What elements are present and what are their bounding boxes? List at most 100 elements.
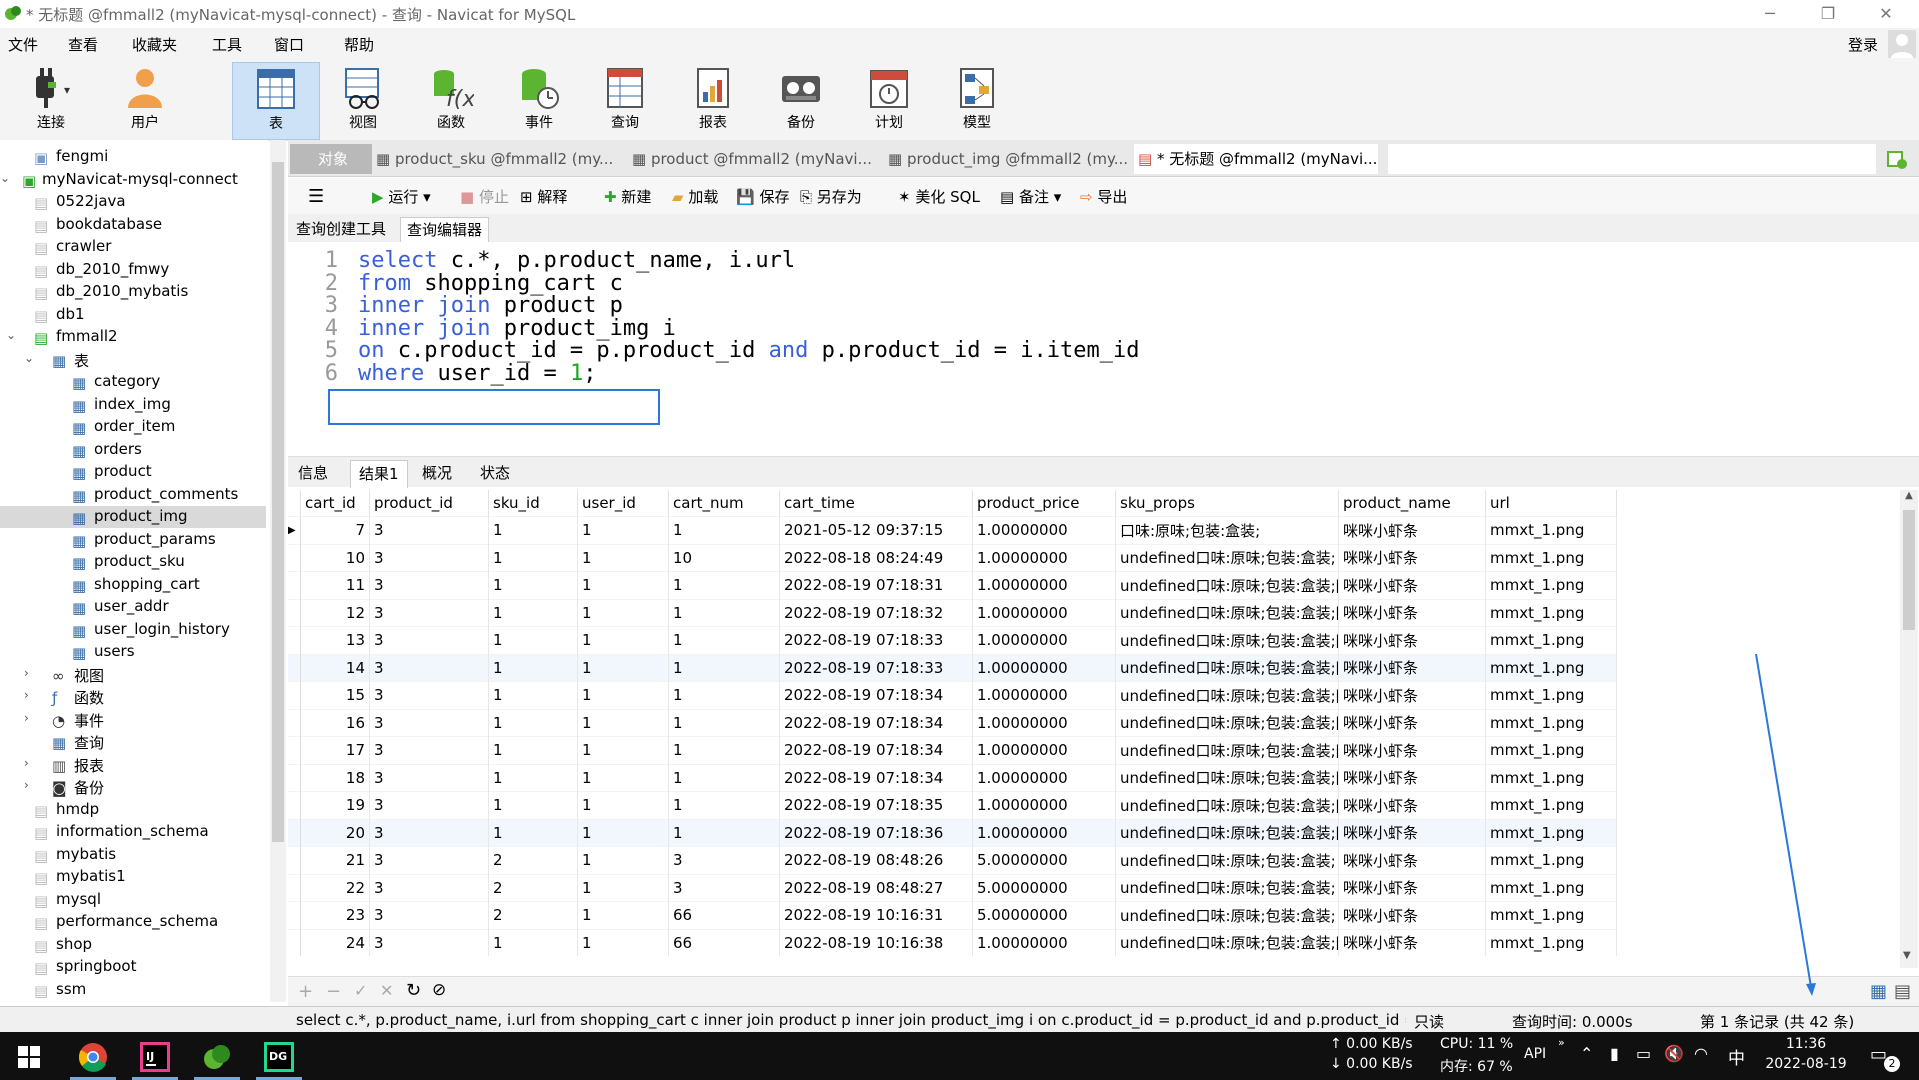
cell-cart_time[interactable]: 2022-08-19 07:18:33	[779, 653, 973, 682]
tab-info[interactable]: 信息	[290, 460, 336, 487]
tab-product-img[interactable]: ▦ product_img @fmmall2 (my...	[884, 144, 1128, 174]
delete-record-icon[interactable]: −	[326, 981, 341, 1002]
comment-button[interactable]: ▤ 备注 ▾	[1000, 186, 1061, 207]
cell-product_name[interactable]: 咪咪小虾条	[1338, 928, 1486, 956]
cell-user_id[interactable]: 1	[577, 653, 669, 682]
cell-product_price[interactable]: 1.00000000	[972, 626, 1116, 654]
toolbar-function-button[interactable]: f(x) 函数	[408, 62, 494, 138]
ime-indicator[interactable]: 中	[1728, 1044, 1745, 1069]
row-marker[interactable]	[288, 598, 301, 627]
cell-sku_id[interactable]: 1	[488, 736, 578, 764]
cell-cart_time[interactable]: 2022-08-19 07:18:33	[779, 626, 973, 654]
cell-url[interactable]: mmxt_1.png	[1485, 818, 1617, 847]
row-marker[interactable]	[288, 846, 301, 874]
table-row[interactable]: 15 3 1 1 1 2022-08-19 07:18:34 1.00000000 undef…	[288, 681, 1617, 709]
cell-product_id[interactable]: 3	[369, 818, 489, 847]
row-marker[interactable]	[288, 626, 301, 654]
cell-product_id[interactable]: 3	[369, 516, 489, 544]
cell-sku_id[interactable]: 1	[488, 598, 578, 627]
export-button[interactable]: ⇨ 导出	[1080, 186, 1127, 207]
cell-product_name[interactable]: 咪咪小虾条	[1338, 791, 1486, 819]
column-header-sku_id[interactable]: sku_id	[488, 490, 578, 517]
cell-cart_num[interactable]: 3	[668, 846, 780, 874]
cell-cart_num[interactable]: 1	[668, 681, 780, 709]
cell-sku_id[interactable]: 1	[488, 928, 578, 956]
column-header-sku_props[interactable]: sku_props	[1115, 490, 1339, 517]
cell-product_price[interactable]: 5.00000000	[972, 901, 1116, 929]
cell-product_id[interactable]: 3	[369, 901, 489, 929]
cell-sku_props[interactable]: undefined口味:原味;包装:盒装;[	[1115, 763, 1339, 792]
table-row[interactable]: 18 3 1 1 1 2022-08-19 07:18:34 1.00000000 undef…	[288, 763, 1617, 792]
tab-status[interactable]: 状态	[472, 460, 518, 487]
tree-item-product[interactable]: ▦ product	[0, 461, 266, 483]
datagrip-icon[interactable]: DG	[264, 1042, 294, 1072]
cell-product_name[interactable]: 咪咪小虾条	[1338, 708, 1486, 737]
cell-cart_num[interactable]: 10	[668, 543, 780, 572]
row-marker[interactable]	[288, 763, 301, 792]
cell-url[interactable]: mmxt_1.png	[1485, 543, 1617, 572]
hamburger-icon[interactable]: ☰	[308, 186, 324, 207]
form-view-icon[interactable]: ▤	[1894, 981, 1911, 1002]
row-marker[interactable]	[288, 653, 301, 682]
row-marker[interactable]	[288, 791, 301, 819]
cell-sku_props[interactable]: undefined口味:原味;包装:盒装;[	[1115, 653, 1339, 682]
close-button[interactable]: ✕	[1858, 0, 1914, 28]
tree-item-mybatis1[interactable]: ▤ mybatis1	[0, 866, 266, 888]
cell-sku_id[interactable]: 1	[488, 571, 578, 599]
result-grid[interactable]: cart_id product_id sku_id user_id cart_num ca…	[288, 490, 1900, 960]
cell-sku_props[interactable]: undefined口味:原味;包装:盒装;[	[1115, 736, 1339, 764]
table-row[interactable]: 17 3 1 1 1 2022-08-19 07:18:34 1.00000000 undef…	[288, 736, 1617, 764]
login-link[interactable]: 登录	[1848, 34, 1878, 55]
tree-item-ssm[interactable]: ▤ ssm	[0, 979, 266, 1001]
cell-cart_num[interactable]: 1	[668, 818, 780, 847]
cell-url[interactable]: mmxt_1.png	[1485, 791, 1617, 819]
tree-item-category[interactable]: ▦ category	[0, 371, 266, 393]
explain-button[interactable]: ⊞ 解释	[520, 186, 567, 207]
cell-product_price[interactable]: 1.00000000	[972, 571, 1116, 599]
tab-untitled-query[interactable]: ▤ * 无标题 @fmmall2 (myNavi...	[1134, 144, 1378, 174]
tree-item-index_img[interactable]: ▦ index_img	[0, 394, 266, 416]
clock-date[interactable]: 2022-08-19	[1760, 1056, 1852, 1072]
cell-cart_num[interactable]: 1	[668, 736, 780, 764]
table-row[interactable]: 21 3 2 1 3 2022-08-19 08:48:26 5.00000000 undef…	[288, 846, 1617, 874]
toolbar-view-button[interactable]: 视图	[320, 62, 406, 138]
cell-url[interactable]: mmxt_1.png	[1485, 763, 1617, 792]
cell-product_price[interactable]: 1.00000000	[972, 543, 1116, 572]
row-marker[interactable]	[288, 928, 301, 956]
current-row-marker-icon[interactable]: ▶	[288, 516, 301, 544]
collapse-arrow-icon[interactable]: ›	[24, 778, 40, 792]
cell-cart_time[interactable]: 2022-08-19 07:18:32	[779, 598, 973, 627]
row-marker[interactable]	[288, 571, 301, 599]
cell-product_price[interactable]: 1.00000000	[972, 516, 1116, 544]
tree-item-orders[interactable]: ▦ orders	[0, 439, 266, 461]
cell-user_id[interactable]: 1	[577, 516, 669, 544]
tree-item-product_sku[interactable]: ▦ product_sku	[0, 551, 266, 573]
stop-button[interactable]: ■ 停止	[460, 186, 509, 207]
table-row[interactable]: 13 3 1 1 1 2022-08-19 07:18:33 1.00000000 undef…	[288, 626, 1617, 654]
cell-product_id[interactable]: 3	[369, 928, 489, 956]
save-as-button[interactable]: ⎘ 另存为	[800, 186, 862, 207]
clock-time[interactable]: 11:36	[1766, 1036, 1846, 1052]
cell-sku_props[interactable]: undefined口味:原味;包装:盒装;[	[1115, 791, 1339, 819]
toolbar-event-button[interactable]: 事件	[496, 62, 582, 138]
column-header-cart_num[interactable]: cart_num	[668, 490, 780, 517]
cell-sku_id[interactable]: 1	[488, 818, 578, 847]
cell-sku_props[interactable]: undefined口味:原味;包装:盒装;[	[1115, 598, 1339, 627]
cell-cart_time[interactable]: 2022-08-19 10:16:38	[779, 928, 973, 956]
cell-cart_num[interactable]: 3	[668, 873, 780, 902]
cell-sku_props[interactable]: undefined口味:原味;包装:盒装;	[1115, 873, 1339, 902]
cell-url[interactable]: mmxt_1.png	[1485, 901, 1617, 929]
cell-cart_num[interactable]: 1	[668, 763, 780, 792]
tree-item-mybatis[interactable]: ▤ mybatis	[0, 844, 266, 866]
menu-help[interactable]: 帮助	[344, 34, 374, 55]
cell-sku_props[interactable]: undefined口味:原味;包装:盒装;[	[1115, 571, 1339, 599]
cell-cart_num[interactable]: 66	[668, 928, 780, 956]
grid-view-icon[interactable]: ▦	[1870, 981, 1887, 1002]
tab-product[interactable]: ▦ product @fmmall2 (myNavi...	[628, 144, 872, 174]
expand-arrow-icon[interactable]: ⌄	[24, 351, 40, 365]
cell-product_price[interactable]: 1.00000000	[972, 763, 1116, 792]
cell-url[interactable]: mmxt_1.png	[1485, 516, 1617, 544]
expand-arrow-icon[interactable]: ⌄	[6, 328, 22, 342]
menu-favorites[interactable]: 收藏夹	[132, 34, 177, 55]
cell-cart_num[interactable]: 1	[668, 708, 780, 737]
